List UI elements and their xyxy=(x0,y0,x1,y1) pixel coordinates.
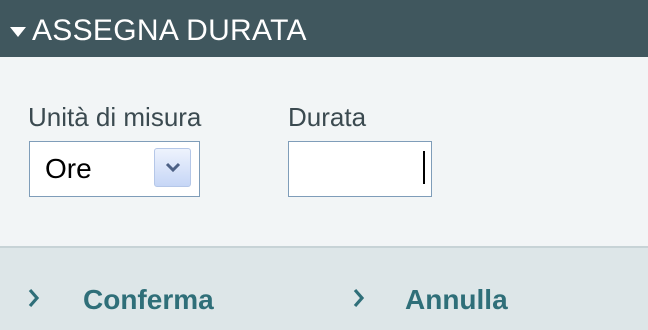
cancel-button-label: Annulla xyxy=(405,284,508,315)
unit-select-value: Ore xyxy=(45,153,92,184)
panel-header[interactable]: ASSEGNA DURATA xyxy=(0,0,648,57)
duration-input[interactable] xyxy=(288,141,432,197)
assign-duration-panel: ASSEGNA DURATA Unità di misura Durata Or… xyxy=(0,0,648,330)
panel-footer: Conferma Annulla xyxy=(0,248,648,330)
confirm-button[interactable]: Conferma xyxy=(27,283,257,319)
unit-dropdown-button[interactable] xyxy=(154,148,191,187)
form-area: Unità di misura Durata Ore xyxy=(0,57,648,247)
confirm-button-label: Conferma xyxy=(83,284,214,315)
text-caret xyxy=(423,151,425,184)
unit-select[interactable]: Ore xyxy=(29,141,200,197)
triangle-down-icon[interactable] xyxy=(10,27,26,37)
duration-label: Durata xyxy=(288,102,367,132)
chevron-down-icon xyxy=(165,162,181,173)
chevron-right-icon xyxy=(28,288,40,308)
chevron-right-icon xyxy=(353,288,365,308)
cancel-button[interactable]: Annulla xyxy=(352,283,542,319)
unit-label: Unità di misura xyxy=(28,102,202,132)
panel-title: ASSEGNA DURATA xyxy=(32,14,307,47)
